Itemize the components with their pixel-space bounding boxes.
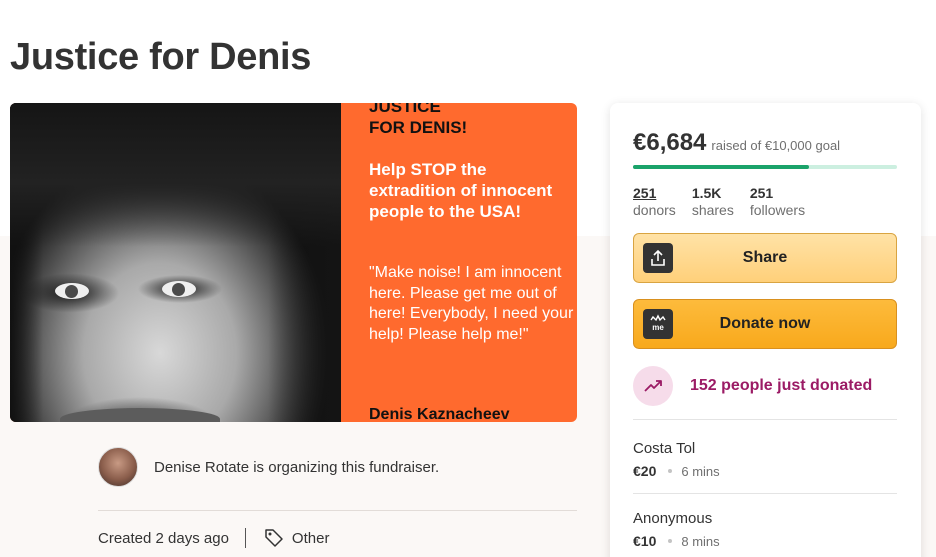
gofundme-logo-icon: me [643, 309, 673, 339]
organizer-text: Denise Rotate is organizing this fundrai… [154, 458, 440, 476]
stat-donors[interactable]: 251 donors [633, 185, 676, 219]
donor-name: Costa Tol [633, 440, 696, 457]
divider [633, 493, 897, 494]
meta-separator [244, 528, 246, 548]
stat-shares: 1.5K shares [691, 185, 734, 218]
progress-fill [633, 165, 810, 169]
raised-amount: €6,684 [633, 129, 707, 156]
donation-amount: €20 [633, 463, 657, 479]
donation-item: Costa Tol €20 6 mins [633, 440, 720, 479]
share-icon [643, 243, 673, 273]
donate-button-label: Donate now [719, 315, 811, 332]
stat-followers: 251 followers [749, 185, 806, 218]
divider [98, 510, 577, 511]
donation-time: 6 mins [681, 463, 720, 479]
donation-item: Anonymous €10 8 mins [633, 510, 720, 549]
campaign-hero-image[interactable]: JUSTICE FOR DENIS! Help STOP the extradi… [10, 103, 577, 422]
tag-icon [265, 529, 283, 547]
portrait-photo [10, 103, 341, 422]
donation-amount: €10 [633, 533, 657, 549]
raised-goal: raised of €10,000 goal [711, 138, 841, 153]
donation-sidebar: €6,684 raised of €10,000 goal 251 donors… [610, 103, 921, 557]
category-link[interactable]: Other [292, 530, 330, 547]
stats-row: 251 donors 1.5K shares 251 followers [633, 185, 821, 219]
campaign-meta: Created 2 days ago Other [98, 528, 329, 548]
donate-now-button[interactable]: me Donate now [633, 299, 897, 349]
hero-heading: JUSTICE [369, 103, 441, 116]
created-date: Created 2 days ago [98, 529, 229, 547]
donation-time: 8 mins [681, 533, 720, 549]
trending-up-icon [633, 366, 673, 406]
raised-summary: €6,684 raised of €10,000 goal [633, 129, 840, 157]
divider [633, 419, 897, 420]
page-title: Justice for Denis [10, 36, 312, 78]
hero-heading-2: FOR DENIS! [369, 118, 468, 137]
svg-text:me: me [652, 323, 664, 332]
share-button-label: Share [742, 249, 788, 266]
momentum-text: 152 people just donated [690, 377, 873, 394]
hero-call-to-action: Help STOP the extradition of innocent pe… [369, 160, 553, 221]
donation-momentum: 152 people just donated [633, 366, 872, 406]
hero-signature: Denis Kaznacheev [369, 406, 510, 422]
hero-quote: "Make noise! I am innocent here. Please … [369, 264, 574, 343]
organizer-avatar[interactable] [98, 447, 138, 487]
progress-bar [633, 165, 897, 169]
share-button[interactable]: Share [633, 233, 897, 283]
donor-name: Anonymous [633, 510, 713, 527]
organizer-row: Denise Rotate is organizing this fundrai… [98, 447, 439, 487]
